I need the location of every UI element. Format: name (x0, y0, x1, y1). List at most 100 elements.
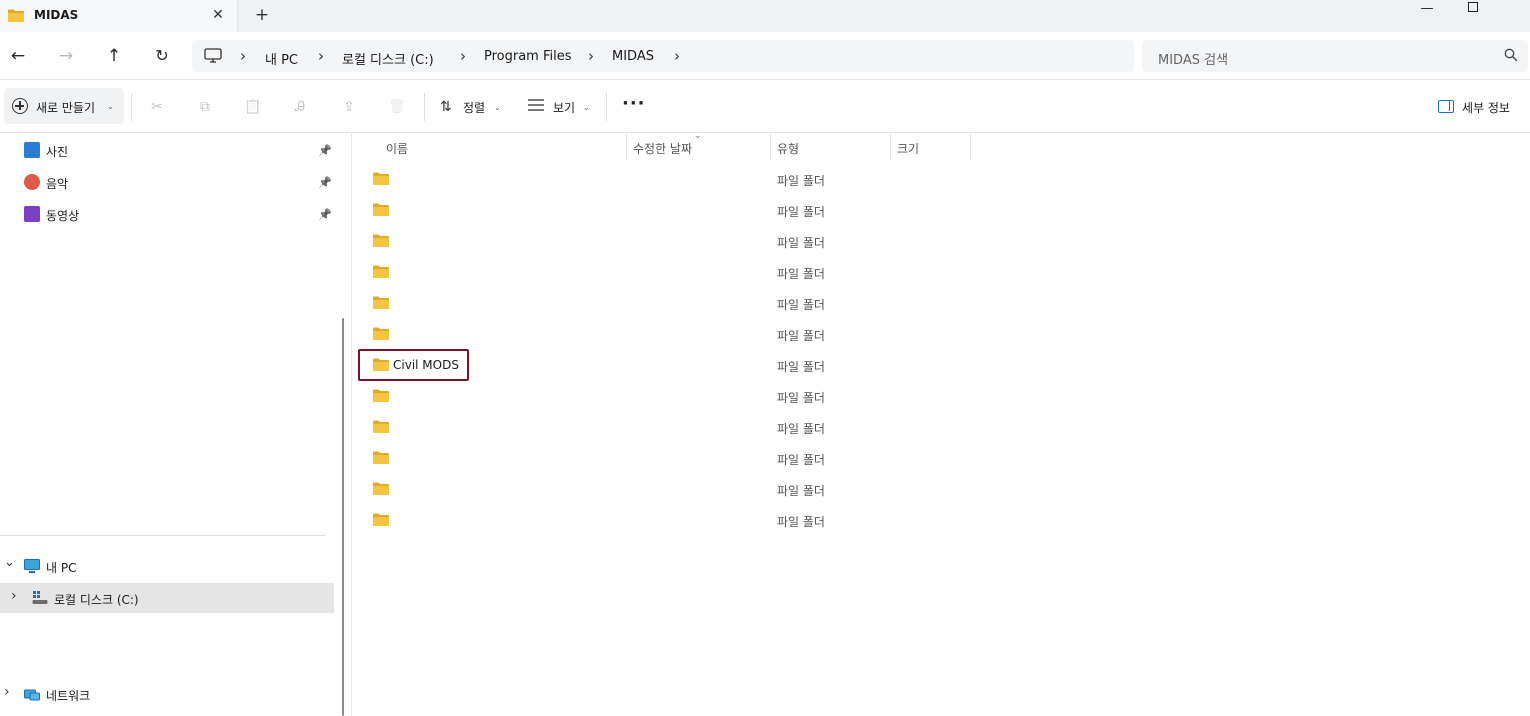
sidebar-item-music[interactable]: 음악 📌 (0, 167, 334, 197)
file-row[interactable]: 파일 폴더 (352, 257, 1530, 288)
chevron-down-icon[interactable]: ⌄ (4, 555, 15, 570)
breadcrumb-item-midas[interactable]: MIDAS (612, 49, 654, 64)
details-pane-icon[interactable] (1438, 100, 1454, 113)
chevron-down-icon[interactable]: ⌄ (494, 103, 501, 112)
file-type: 파일 폴더 (777, 236, 825, 250)
file-type: 파일 폴더 (777, 329, 825, 343)
file-row-civil-mods[interactable]: Civil MODS 파일 폴더 (352, 350, 1530, 381)
delete-icon[interactable]: 🗑 (387, 97, 407, 117)
cut-icon[interactable]: ✂ (147, 97, 167, 117)
file-row[interactable]: 파일 폴더 (352, 195, 1530, 226)
column-divider[interactable] (890, 134, 891, 160)
column-divider[interactable] (626, 134, 627, 160)
column-divider[interactable] (970, 134, 971, 160)
search-box[interactable]: MIDAS 검색 (1142, 40, 1528, 72)
drive-icon (32, 591, 48, 604)
videos-icon (24, 206, 40, 222)
sidebar-item-pictures[interactable]: 사진 📌 (0, 135, 334, 165)
file-type: 파일 폴더 (777, 267, 825, 281)
column-header-modified[interactable]: 수정한 날짜 (633, 134, 692, 160)
sidebar-item-videos[interactable]: 동영상 📌 (0, 199, 334, 229)
folder-icon (373, 327, 389, 340)
sidebar-scrollbar[interactable] (342, 318, 344, 716)
rename-icon[interactable]: Ꭿ (290, 97, 310, 117)
folder-icon (373, 296, 389, 309)
navigation-pane: 사진 📌 음악 📌 동영상 📌 ⌄ 내 PC › 로컬 디스크 (C:) › 네… (0, 134, 342, 716)
view-icon[interactable] (528, 99, 544, 111)
chevron-right-icon[interactable]: › (4, 684, 10, 700)
column-header-type[interactable]: 유형 (777, 134, 799, 160)
file-row[interactable]: 파일 폴더 (352, 288, 1530, 319)
folder-icon (373, 389, 389, 402)
sidebar-divider (0, 535, 326, 536)
file-type: 파일 폴더 (777, 422, 825, 436)
search-icon[interactable] (1504, 48, 1518, 62)
file-type: 파일 폴더 (777, 453, 825, 467)
copy-icon[interactable]: ⧉ (195, 97, 215, 117)
breadcrumb-separator-icon[interactable]: › (240, 47, 246, 65)
file-type: 파일 폴더 (777, 360, 825, 374)
chevron-down-icon: ⌄ (107, 102, 114, 111)
sidebar-item-label: 음악 (46, 177, 69, 191)
sidebar-item-local-disk[interactable]: › 로컬 디스크 (C:) (0, 583, 334, 613)
chevron-right-icon[interactable]: › (11, 588, 17, 604)
file-row[interactable]: 파일 폴더 (352, 505, 1530, 536)
file-type: 파일 폴더 (777, 205, 825, 219)
sort-icon[interactable]: ⇅ (440, 99, 452, 115)
breadcrumb-separator-icon[interactable]: › (674, 47, 680, 65)
pin-icon[interactable]: 📌 (318, 176, 332, 189)
file-type: 파일 폴더 (777, 391, 825, 405)
add-icon (12, 98, 28, 114)
folder-icon (373, 203, 389, 216)
file-row[interactable]: 파일 폴더 (352, 164, 1530, 195)
column-header-name[interactable]: 이름 (386, 134, 408, 160)
view-button[interactable]: 보기 (553, 99, 575, 116)
forward-button[interactable]: → (54, 44, 78, 68)
share-icon[interactable]: ⇪ (339, 97, 359, 117)
file-row[interactable]: 파일 폴더 (352, 443, 1530, 474)
file-type: 파일 폴더 (777, 484, 825, 498)
file-row[interactable]: 파일 폴더 (352, 226, 1530, 257)
column-header-size[interactable]: 크기 (897, 134, 919, 160)
sort-button[interactable]: 정렬 (463, 99, 485, 116)
new-tab-button[interactable]: + (254, 6, 270, 24)
new-button-label: 새로 만들기 (36, 101, 96, 115)
breadcrumb-item-program-files[interactable]: Program Files (484, 49, 572, 64)
pictures-icon (24, 142, 40, 158)
close-tab-icon[interactable]: ✕ (210, 7, 226, 23)
file-row[interactable]: 파일 폴더 (352, 319, 1530, 350)
search-input[interactable]: MIDAS 검색 (1158, 49, 1228, 68)
up-button[interactable]: ↑ (102, 44, 126, 68)
refresh-button[interactable]: ↻ (150, 44, 174, 68)
file-list: 이름 ⌄ 수정한 날짜 유형 크기 파일 폴더 파일 폴더 파일 폴더 파일 폴… (352, 131, 1530, 716)
maximize-button[interactable] (1450, 0, 1496, 32)
sort-indicator-icon: ⌄ (694, 131, 702, 141)
breadcrumb-item-local-disk[interactable]: 로컬 디스크 (C:) (342, 49, 434, 68)
breadcrumb-separator-icon[interactable]: › (318, 47, 324, 65)
pin-icon[interactable]: 📌 (318, 144, 332, 157)
pin-icon[interactable]: 📌 (318, 208, 332, 221)
chevron-down-icon[interactable]: ⌄ (583, 103, 590, 112)
breadcrumb[interactable]: › 내 PC › 로컬 디스크 (C:) › Program Files › M… (192, 40, 1134, 72)
toolbar-divider (424, 93, 425, 121)
breadcrumb-separator-icon[interactable]: › (460, 47, 466, 65)
sidebar-item-network[interactable]: › 네트워크 (0, 679, 334, 709)
file-row[interactable]: 파일 폴더 (352, 474, 1530, 505)
maximize-icon (1468, 2, 1478, 12)
sidebar-item-this-pc[interactable]: ⌄ 내 PC (0, 551, 334, 581)
tab-midas[interactable]: MIDAS ✕ (0, 0, 238, 32)
highlight-box (358, 349, 469, 381)
more-options-icon[interactable]: ··· (622, 93, 646, 114)
breadcrumb-separator-icon[interactable]: › (588, 47, 594, 65)
paste-icon[interactable]: 📋 (243, 97, 263, 117)
new-button[interactable]: 새로 만들기 ⌄ (4, 88, 124, 124)
details-button[interactable]: 세부 정보 (1462, 99, 1510, 116)
file-row[interactable]: 파일 폴더 (352, 381, 1530, 412)
file-row[interactable]: 파일 폴더 (352, 412, 1530, 443)
breadcrumb-item-this-pc[interactable]: 내 PC (265, 49, 298, 68)
column-divider[interactable] (770, 134, 771, 160)
computer-icon[interactable] (204, 48, 222, 63)
minimize-button[interactable]: — (1404, 0, 1450, 32)
back-button[interactable]: ← (6, 44, 30, 68)
toolbar-divider (606, 93, 607, 121)
